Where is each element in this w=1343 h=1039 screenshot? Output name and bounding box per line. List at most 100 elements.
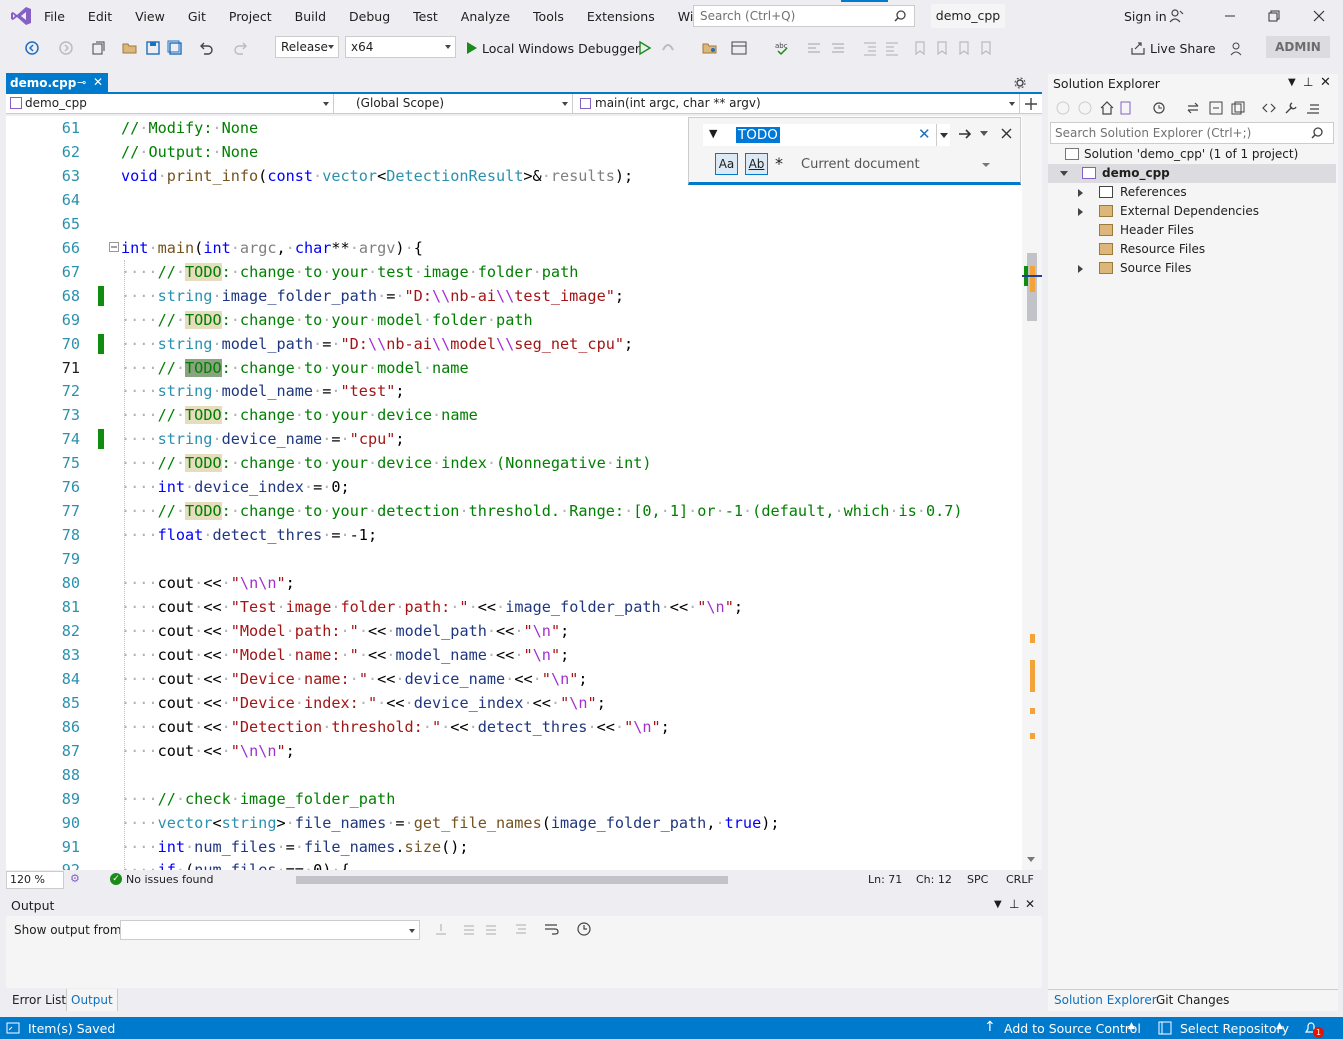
regex-icon[interactable]: * — [775, 154, 783, 173]
eol-indicator[interactable]: CRLF — [1006, 873, 1034, 886]
uncomment-icon[interactable] — [830, 40, 846, 56]
code-line[interactable]: 65 — [6, 212, 1022, 236]
solution-search-input[interactable]: Search Solution Explorer (Ctrl+;) — [1050, 122, 1334, 144]
code-line[interactable]: 75 ····//·TODO:·change·to·your·device·ind… — [6, 451, 1022, 475]
tab-settings-icon[interactable] — [1013, 76, 1027, 90]
timestamp-icon[interactable] — [576, 921, 592, 937]
pin-icon[interactable]: ⊥ — [1303, 75, 1313, 89]
live-share-button[interactable]: Live Share — [1150, 41, 1216, 56]
select-repository-button[interactable]: Select Repository — [1180, 1021, 1289, 1036]
code-line[interactable]: 84 ····cout·<<·"Device·name:·"·<<·device_… — [6, 667, 1022, 691]
show-all-files-icon[interactable] — [1231, 101, 1245, 115]
code-line[interactable]: 83 ····cout·<<·"Model·name:·"·<<·model_na… — [6, 643, 1022, 667]
close-window-icon[interactable] — [1311, 8, 1327, 24]
code-line[interactable]: 86 ····cout·<<·"Detection·threshold:·"·<<… — [6, 715, 1022, 739]
spell-check-icon[interactable]: abc — [774, 40, 790, 56]
minimize-icon[interactable] — [1222, 8, 1238, 24]
code-line[interactable]: 69 ····//·TODO:·change·to·your·model·fold… — [6, 308, 1022, 332]
open-folder-icon[interactable] — [122, 40, 138, 56]
code-line[interactable]: 67 ····//·TODO:·change·to·your·test·image… — [6, 260, 1022, 284]
forward-icon[interactable] — [1078, 101, 1092, 115]
code-line[interactable]: 88 — [6, 763, 1022, 787]
next-message-icon[interactable] — [484, 922, 498, 936]
clear-search-icon[interactable]: ✕ — [918, 125, 931, 143]
preview-icon[interactable] — [1306, 101, 1320, 115]
whole-word-toggle[interactable]: Ab — [745, 153, 768, 175]
redo-icon[interactable] — [233, 40, 249, 56]
tree-node-resource-files[interactable]: Resource Files — [1048, 240, 1338, 259]
pin-icon[interactable]: ⊸ — [77, 76, 86, 89]
find-next-icon[interactable] — [957, 127, 973, 141]
tree-project[interactable]: demo_cpp — [1048, 164, 1336, 183]
expand-icon[interactable] — [1078, 208, 1083, 216]
save-all-icon[interactable] — [167, 40, 183, 56]
find-history-dropdown[interactable] — [936, 124, 950, 146]
tab-output[interactable]: Output — [66, 989, 118, 1011]
forward-icon[interactable] — [58, 40, 74, 56]
hot-reload-icon[interactable] — [660, 40, 676, 56]
collapse-all-icon[interactable] — [1209, 101, 1223, 115]
start-debug-icon[interactable] — [463, 40, 479, 56]
code-line[interactable]: 80 ····cout·<<·"\n\n"; — [6, 571, 1022, 595]
view-code-icon[interactable] — [1262, 101, 1276, 115]
menu-item-test[interactable]: Test — [413, 9, 449, 24]
member-dropdown[interactable]: main(int argc, char ** argv) — [576, 94, 1020, 113]
horizontal-scroll-thumb[interactable] — [296, 876, 728, 884]
undo-icon[interactable] — [198, 40, 214, 56]
expand-icon[interactable] — [1078, 189, 1083, 197]
pin-icon[interactable]: ⊥ — [1009, 897, 1019, 911]
tab-demo-cpp[interactable]: demo.cpp ⊸ ✕ — [6, 73, 108, 93]
whitespace-indicator[interactable]: SPC — [967, 873, 988, 886]
code-line[interactable]: 66 int·main(int·argc,·char**·argv)·{ — [6, 236, 1022, 260]
account-icon[interactable] — [1168, 8, 1184, 24]
menu-item-analyze[interactable]: Analyze — [461, 9, 521, 24]
intellicode-icon[interactable]: ⚙ — [70, 872, 80, 885]
indent-icon[interactable] — [884, 40, 900, 56]
editor-scrollbar[interactable] — [1022, 116, 1042, 870]
expand-icon[interactable] — [1060, 171, 1068, 176]
menu-item-view[interactable]: View — [135, 9, 176, 24]
chevron-down-icon[interactable] — [982, 163, 990, 167]
tree-node-references[interactable]: References — [1048, 183, 1338, 202]
code-line[interactable]: 76 ····int·device_index·=·0; — [6, 475, 1022, 499]
save-icon[interactable] — [145, 40, 161, 56]
tab-solution-explorer[interactable]: Solution Explorer — [1054, 993, 1157, 1007]
close-find-icon[interactable] — [1000, 127, 1013, 140]
menu-item-build[interactable]: Build — [295, 9, 337, 24]
code-line[interactable]: 90 ····vector<string>·file_names·=·get_fi… — [6, 811, 1022, 835]
find-input[interactable]: ▼ TODO ✕ — [703, 124, 936, 146]
scroll-down-icon[interactable] — [1027, 857, 1035, 862]
split-window-icon[interactable] — [1024, 97, 1038, 111]
restore-icon[interactable] — [1266, 8, 1282, 24]
code-line[interactable]: 68 ····string·image_folder_path·=·"D:\\nb… — [6, 284, 1022, 308]
code-line[interactable]: 72 ····string·model_name·=·"test"; — [6, 379, 1022, 403]
close-panel-icon[interactable]: ✕ — [1025, 897, 1035, 911]
add-to-source-control-button[interactable]: Add to Source Control — [1004, 1021, 1141, 1036]
menu-item-project[interactable]: Project — [229, 9, 283, 24]
code-line[interactable]: 64 — [6, 188, 1022, 212]
code-line[interactable]: 77 ····//·TODO:·change·to·your·detection·… — [6, 499, 1022, 523]
outdent-icon[interactable] — [862, 40, 878, 56]
configuration-select[interactable]: Release — [275, 36, 339, 58]
properties-icon[interactable] — [1284, 101, 1298, 115]
clear-all-icon[interactable] — [514, 922, 528, 936]
start-without-debug-icon[interactable] — [636, 40, 652, 56]
close-tab-icon[interactable]: ✕ — [93, 75, 103, 89]
feedback-icon[interactable] — [1228, 40, 1244, 56]
code-line[interactable]: 81 ····cout·<<·"Test·image·folder·path:·"… — [6, 595, 1022, 619]
code-line[interactable]: 71 ····//·TODO:·change·to·your·model·name — [6, 356, 1022, 380]
live-share-icon[interactable] — [1130, 40, 1146, 56]
switch-views-icon[interactable] — [1120, 101, 1136, 115]
history-icon[interactable] — [1152, 101, 1166, 115]
code-line[interactable]: 87 ····cout·<<·"\n\n"; — [6, 739, 1022, 763]
window-layout-icon[interactable] — [731, 40, 747, 56]
code-line[interactable]: 79 — [6, 547, 1022, 571]
prev-bookmark-icon[interactable] — [934, 40, 950, 56]
bookmark-icon[interactable] — [912, 40, 928, 56]
code-line[interactable]: 70 ····string·model_path·=·"D:\\nb-ai\\mo… — [6, 332, 1022, 356]
code-line[interactable]: 78 ····float·detect_thres·=·-1; — [6, 523, 1022, 547]
collapse-icon[interactable] — [109, 242, 119, 252]
match-case-toggle[interactable]: Aa — [715, 153, 738, 175]
expand-icon[interactable] — [1078, 265, 1083, 273]
output-source-select[interactable] — [120, 920, 420, 940]
